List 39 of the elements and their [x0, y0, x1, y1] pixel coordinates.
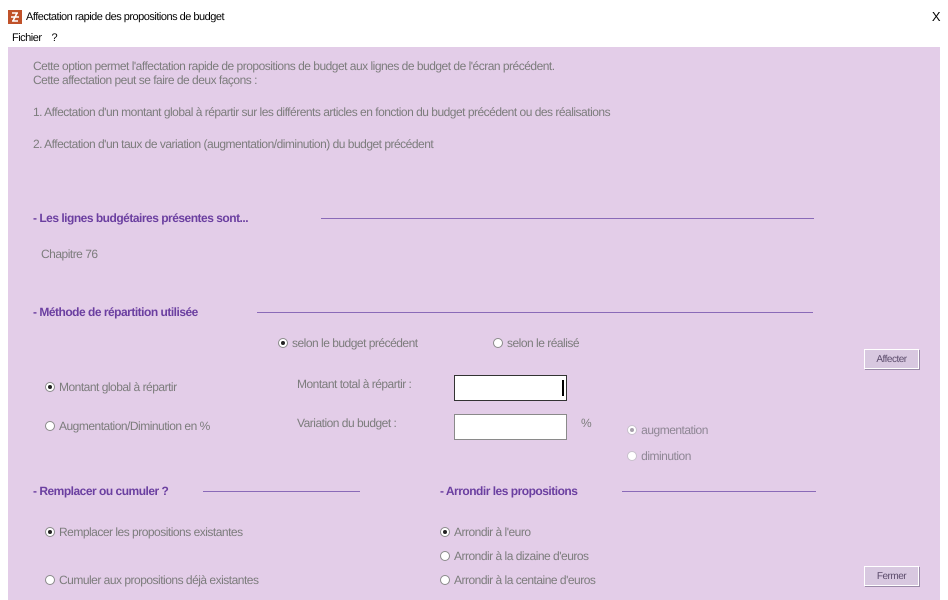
- radio-button[interactable]: [440, 551, 450, 561]
- close-button[interactable]: X: [930, 7, 942, 27]
- input-field[interactable]: [454, 375, 567, 401]
- radio-option[interactable]: Arrondir à la centaine d'euros: [440, 572, 816, 588]
- radio-option[interactable]: Montant global à répartir: [45, 379, 297, 395]
- radio-option[interactable]: selon le réalisé: [493, 335, 708, 351]
- section-heading: - Remplacer ou cumuler ?: [33, 483, 168, 500]
- intro-text: Cette option permet l'affectation rapide de propositions de budget aux lignes de budget de l'écran précédent.: [33, 59, 556, 73]
- menu-item[interactable]: Fichier: [12, 30, 42, 46]
- radio-option[interactable]: Augmentation/Diminution en %: [45, 418, 297, 434]
- menu-item[interactable]: ?: [52, 30, 58, 46]
- option-description: 1. Affectation d'un montant global à répartir sur les différents articles en fonction du budget précédent ou des réalisations: [33, 105, 612, 119]
- intro-text: Cette affectation peut se faire de deux façons :: [33, 73, 258, 87]
- section-heading: - Méthode de répartition utilisée: [33, 304, 198, 321]
- radio-button[interactable]: [45, 421, 55, 431]
- radio-button[interactable]: [278, 338, 288, 348]
- unit-text: %: [581, 415, 592, 432]
- radio-button[interactable]: [45, 575, 55, 585]
- radio-button[interactable]: [493, 338, 503, 348]
- input-field[interactable]: [454, 414, 567, 440]
- radio-option[interactable]: Arrondir à l'euro: [440, 524, 816, 540]
- section-heading: - Arrondir les propositions: [440, 483, 578, 500]
- radio-button[interactable]: [45, 382, 55, 392]
- radio-option[interactable]: Remplacer les propositions existantes: [45, 524, 440, 540]
- budget-line: Chapitre 76: [41, 246, 99, 263]
- section-heading: - Les lignes budgétaires présentes sont...: [33, 210, 248, 227]
- option-description: 2. Affectation d'un taux de variation (augmentation/diminution) du budget précédent: [33, 137, 435, 151]
- affecter-button[interactable]: Affecter: [864, 349, 919, 369]
- radio-option[interactable]: selon le budget précédent: [278, 335, 493, 351]
- radio-button[interactable]: [45, 527, 55, 537]
- radio-option[interactable]: Cumuler aux propositions déjà existantes: [45, 572, 440, 588]
- radio-button[interactable]: [440, 527, 450, 537]
- window-title: Affectation rapide des propositions de budget: [26, 10, 224, 25]
- field-label: Variation du budget :: [297, 415, 398, 432]
- radio-button[interactable]: [440, 575, 450, 585]
- fermer-button[interactable]: Fermer: [864, 566, 919, 586]
- radio-option[interactable]: Arrondir à la dizaine d'euros: [440, 548, 816, 564]
- app-icon: [8, 10, 22, 24]
- field-label: Montant total à répartir :: [297, 376, 412, 393]
